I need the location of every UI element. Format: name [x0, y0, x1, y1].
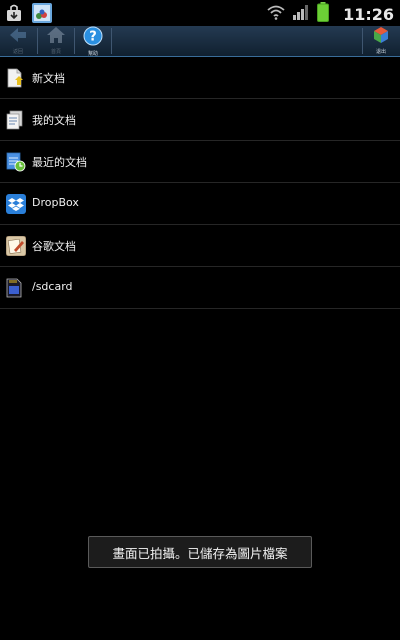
home-icon: [46, 26, 66, 48]
app-screen: 11:26 返回 首頁 ? 幫助 退出 新文档 我的文档 最近的文档 DropB…: [0, 0, 400, 640]
back-button-label: 返回: [12, 49, 23, 55]
screenshot-saved-toast: 畫面已拍攝。已儲存為圖片檔案: [88, 536, 312, 568]
list-item-label: /sdcard: [32, 280, 73, 293]
exit-icon: [372, 26, 390, 48]
exit-button[interactable]: 退出: [363, 26, 399, 56]
list-item-dropbox[interactable]: DropBox: [0, 183, 400, 225]
dropbox-icon: [6, 194, 26, 214]
help-icon: ?: [83, 26, 103, 50]
list-item-my-documents[interactable]: 我的文档: [0, 99, 400, 141]
clock-time: 11:26: [343, 4, 394, 24]
status-bar: 11:26: [0, 0, 400, 26]
file-location-list: 新文档 我的文档 最近的文档 DropBox 谷歌文档 /sdcard: [0, 57, 400, 309]
battery-icon: [317, 2, 330, 26]
action-bar-divider: [111, 28, 112, 54]
action-bar: 返回 首頁 ? 幫助 退出: [0, 26, 400, 57]
recent-documents-icon: [6, 152, 26, 172]
home-button[interactable]: 首頁: [38, 26, 74, 56]
list-item-new-document[interactable]: 新文档: [0, 57, 400, 99]
help-button[interactable]: ? 幫助: [75, 26, 111, 57]
gallery-notification-icon[interactable]: [32, 3, 52, 27]
download-notification-icon[interactable]: [6, 4, 22, 26]
list-item-sdcard[interactable]: /sdcard: [0, 267, 400, 309]
toast-message: 畫面已拍攝。已儲存為圖片檔案: [112, 545, 288, 561]
list-item-google-docs[interactable]: 谷歌文档: [0, 225, 400, 267]
home-button-label: 首頁: [50, 49, 61, 55]
list-item-recent-documents[interactable]: 最近的文档: [0, 141, 400, 183]
list-item-label: 我的文档: [32, 114, 76, 127]
my-documents-icon: [6, 110, 24, 130]
signal-icon: [293, 4, 309, 24]
list-item-label: DropBox: [32, 196, 79, 209]
svg-text:?: ?: [89, 30, 97, 45]
list-item-label: 最近的文档: [32, 156, 87, 169]
back-arrow-icon: [8, 26, 28, 48]
sdcard-icon: [6, 278, 24, 298]
exit-button-label: 退出: [375, 49, 386, 55]
list-item-label: 谷歌文档: [32, 240, 76, 253]
back-button[interactable]: 返回: [0, 26, 36, 56]
list-item-label: 新文档: [32, 72, 65, 85]
google-docs-icon: [5, 235, 27, 257]
new-document-icon: [6, 68, 24, 88]
wifi-icon: [267, 4, 285, 24]
